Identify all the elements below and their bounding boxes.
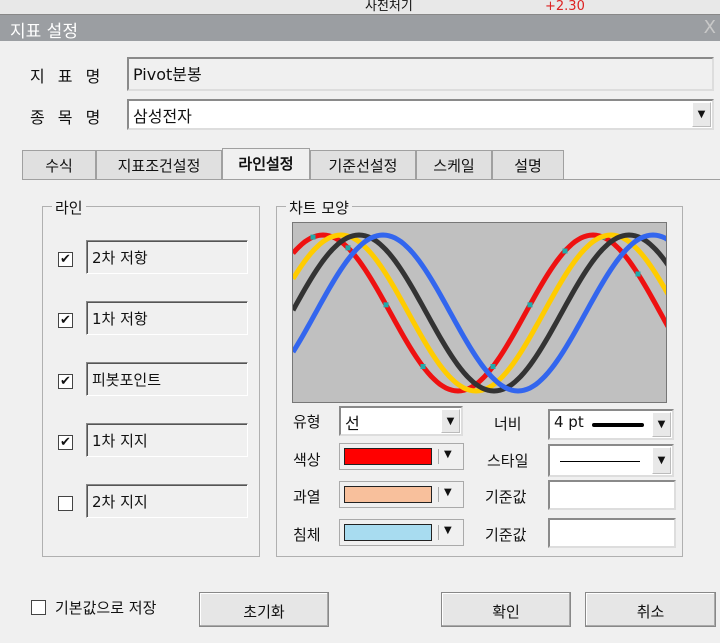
slump-color-picker[interactable]: ▼: [339, 519, 464, 546]
line-checkbox-0[interactable]: ✔: [58, 252, 73, 267]
line-name-field-2[interactable]: 피봇포인트: [86, 362, 248, 396]
chevron-down-icon[interactable]: ▼: [692, 102, 711, 127]
cancel-button[interactable]: 취소: [585, 592, 716, 627]
preview-marker: [420, 364, 426, 370]
lines-group-title: 라인: [52, 197, 86, 218]
tab-0[interactable]: 수식: [22, 150, 96, 179]
line-checkbox-4[interactable]: [58, 496, 73, 511]
color-picker[interactable]: ▼: [339, 443, 464, 470]
preview-marker: [383, 302, 389, 308]
background-window: 사전처기 +2.30: [0, 0, 720, 15]
chart-preview: [292, 222, 667, 403]
tab-4[interactable]: 스케일: [416, 150, 492, 179]
tab-5[interactable]: 설명: [492, 150, 564, 179]
overheat-label: 과열: [293, 488, 321, 506]
stock-name-value: 삼성전자: [133, 107, 192, 126]
base-value-1-input[interactable]: [548, 480, 676, 510]
preview-marker: [562, 248, 568, 254]
background-text: 사전처기: [365, 0, 413, 14]
indicator-name-field[interactable]: Pivot분봉: [127, 57, 714, 91]
background-value: +2.30: [545, 0, 585, 14]
reset-button[interactable]: 초기화: [199, 592, 329, 627]
type-value: 선: [345, 414, 360, 433]
line-checkbox-3[interactable]: ✔: [58, 435, 73, 450]
style-select[interactable]: ▼: [548, 444, 674, 477]
color-label: 색상: [293, 451, 321, 469]
width-value: 4 pt: [554, 413, 584, 431]
preview-marker: [635, 271, 641, 277]
line-name-field-1[interactable]: 1차 저항: [86, 301, 248, 335]
color-swatch: [344, 448, 432, 465]
line-name-field-0[interactable]: 2차 저항: [86, 240, 248, 274]
chevron-down-icon[interactable]: ▼: [652, 412, 671, 437]
save-default-label: 기본값으로 저장: [55, 599, 157, 617]
stock-name-label: 종 목 명: [30, 108, 105, 127]
width-label: 너비: [494, 415, 522, 433]
chevron-down-icon: ▼: [444, 525, 452, 536]
style-line-sample: [560, 461, 640, 462]
overheat-color-picker[interactable]: ▼: [339, 481, 464, 508]
preview-marker: [490, 364, 496, 370]
tab-3[interactable]: 기준선설정: [310, 150, 416, 179]
style-label: 스타일: [487, 452, 529, 470]
chevron-down-icon[interactable]: ▼: [441, 409, 460, 433]
overheat-swatch: [344, 486, 432, 503]
title-bar: 지표 설정: [0, 15, 720, 42]
tab-2[interactable]: 라인설정: [222, 148, 310, 179]
width-select[interactable]: 4 pt ▼: [548, 409, 674, 440]
save-default-checkbox[interactable]: [31, 600, 46, 615]
close-icon[interactable]: X: [704, 17, 716, 38]
chevron-down-icon[interactable]: ▼: [652, 447, 671, 474]
line-checkbox-2[interactable]: ✔: [58, 374, 73, 389]
ok-button[interactable]: 확인: [441, 592, 571, 627]
preview-marker: [310, 234, 316, 240]
type-select[interactable]: 선 ▼: [339, 406, 463, 436]
base-value-1-label: 기준값: [485, 488, 527, 506]
chevron-down-icon: ▼: [444, 449, 452, 460]
indicator-name-label: 지 표 명: [30, 67, 105, 86]
tab-1[interactable]: 지표조건설정: [96, 150, 222, 179]
line-name-field-3[interactable]: 1차 지지: [86, 423, 248, 457]
preview-marker: [527, 302, 533, 308]
base-value-2-input[interactable]: [548, 518, 676, 548]
slump-swatch: [344, 524, 432, 541]
slump-label: 침체: [293, 526, 321, 544]
chart-group-title: 차트 모양: [286, 197, 352, 218]
line-name-field-4[interactable]: 2차 지지: [86, 484, 248, 518]
type-label: 유형: [293, 413, 321, 431]
stock-name-select[interactable]: 삼성전자 ▼: [127, 99, 714, 130]
chevron-down-icon: ▼: [444, 487, 452, 498]
base-value-2-label: 기준값: [485, 526, 527, 544]
width-line-sample: [592, 423, 644, 427]
line-checkbox-1[interactable]: ✔: [58, 313, 73, 328]
dialog-title: 지표 설정: [10, 22, 78, 42]
preview-marker: [345, 245, 351, 251]
